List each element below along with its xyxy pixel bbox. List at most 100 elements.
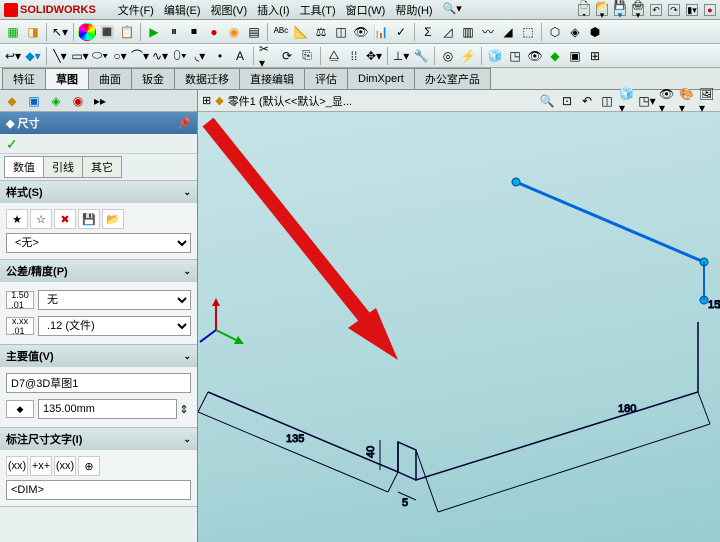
tab-office[interactable]: 办公室产品 (414, 68, 491, 89)
check-icon[interactable]: ✓ (392, 23, 410, 41)
scene-icon[interactable]: 📋 (118, 23, 136, 41)
primary-header[interactable]: 主要值(V)⌄ (0, 345, 197, 367)
dimensions[interactable]: 135 180 15 15 40 5 (198, 299, 720, 512)
zoom-area-icon[interactable]: ⊡ (558, 92, 576, 110)
dimxpert-tree-icon[interactable]: ◉ (68, 92, 88, 110)
ok-button[interactable]: ✓ (6, 136, 18, 152)
dimtext-b2[interactable]: +x+ (30, 456, 52, 476)
pattern-icon[interactable]: ⁞⁞ (345, 47, 363, 65)
deviation-icon[interactable]: ◿ (439, 23, 457, 41)
hide-show-icon[interactable]: 👁 (526, 47, 544, 65)
tab-dimxpert[interactable]: DimXpert (347, 68, 415, 89)
expand-tree-icon[interactable]: ⊞ (202, 94, 211, 107)
new-doc-icon[interactable]: 🗋▾ (578, 4, 590, 16)
exit-sketch-icon[interactable]: ↩▾ (4, 47, 22, 65)
redo-icon[interactable]: ↷ (668, 4, 680, 16)
point-icon[interactable]: • (211, 47, 229, 65)
offset-icon[interactable]: ⎘ (298, 47, 316, 65)
style-load-icon[interactable]: 📂 (102, 209, 124, 229)
dimtext-header[interactable]: 标注尺寸文字(I)⌄ (0, 428, 197, 450)
tab-directedit[interactable]: 直接编辑 (239, 68, 305, 89)
tab-sketch[interactable]: 草图 (45, 68, 89, 89)
fillet-icon[interactable]: ◟▾ (191, 47, 209, 65)
slot-icon[interactable]: ⬭▾ (91, 47, 109, 65)
smart-dim-icon[interactable]: ◆▾ (24, 47, 42, 65)
line-icon[interactable]: ╲▾ (51, 47, 69, 65)
rel-icon[interactable]: ⊥▾ (392, 47, 410, 65)
misc6-icon[interactable]: ⊞ (586, 47, 604, 65)
subtab-value[interactable]: 数值 (4, 156, 44, 178)
pin-icon[interactable]: 📌 (177, 117, 191, 130)
anim-icon[interactable]: ▤ (245, 23, 263, 41)
style-header[interactable]: 样式(S)⌄ (0, 181, 197, 203)
undo-icon[interactable]: ↶ (650, 4, 662, 16)
stop-icon[interactable]: ⏹ (185, 23, 203, 41)
zebra-icon[interactable]: ▥ (459, 23, 477, 41)
prev-view-icon[interactable]: ↶ (578, 92, 596, 110)
propmgr-icon[interactable]: ▣ (24, 92, 44, 110)
dim-name-input[interactable] (6, 373, 191, 393)
display-icon[interactable]: ▸▸ (90, 92, 110, 110)
tab-datamigration[interactable]: 数据迁移 (174, 68, 240, 89)
precision-select[interactable]: .12 (文件) (38, 316, 191, 336)
display-mode-icon[interactable]: ◳▾ (638, 92, 656, 110)
3dsketch-icon[interactable]: ◨ (24, 23, 42, 41)
save-icon[interactable]: 💾▾ (614, 4, 626, 16)
style-save-icon[interactable]: 💾 (78, 209, 100, 229)
eq-icon[interactable]: Σ (419, 23, 437, 41)
subtab-leaders[interactable]: 引线 (43, 156, 83, 178)
circle-icon[interactable]: ○▾ (111, 47, 129, 65)
sketch-geometry[interactable] (208, 322, 698, 480)
tab-surface[interactable]: 曲面 (88, 68, 132, 89)
menu-view[interactable]: 视图(V) (207, 1, 252, 19)
quick-snap-icon[interactable]: ◎ (439, 47, 457, 65)
select-cursor-icon[interactable]: ↖▾ (51, 23, 69, 41)
select-icon[interactable]: ▮▾ (686, 4, 698, 16)
misc1-icon[interactable]: ⬡ (546, 23, 564, 41)
edit-scene-icon[interactable]: 🎨▾ (678, 92, 696, 110)
texture-icon[interactable]: 🔳 (98, 23, 116, 41)
view-orient-icon[interactable]: 🧊 (486, 47, 504, 65)
style-fav2-icon[interactable]: ☆ (30, 209, 52, 229)
dimtext-center-icon[interactable]: ⊕ (78, 456, 100, 476)
config-icon[interactable]: ◈ (46, 92, 66, 110)
print-icon[interactable]: 🖨▾ (632, 4, 644, 16)
menu-help[interactable]: 帮助(H) (391, 1, 436, 19)
menu-tools[interactable]: 工具(T) (296, 1, 340, 19)
trim-icon[interactable]: ✂▾ (258, 47, 276, 65)
sensor-icon[interactable]: 👁 (352, 23, 370, 41)
dim-value-input[interactable] (38, 399, 177, 419)
ellipse-icon[interactable]: ⬯▾ (171, 47, 189, 65)
sketch-canvas[interactable]: 135 180 15 15 40 5 (198, 112, 720, 542)
feature-tree-icon[interactable]: ◆ (2, 92, 22, 110)
pause-icon[interactable]: ⏸ (165, 23, 183, 41)
subtab-other[interactable]: 其它 (82, 156, 122, 178)
move-icon[interactable]: ✥▾ (365, 47, 383, 65)
misc4-icon[interactable]: ◆ (546, 47, 564, 65)
graphics-area[interactable]: ⊞ ◆ 零件1 (默认<<默认>_显... 🔍 ⊡ ↶ ◫ 🧊▾ ◳▾ 👁▾ 🎨… (198, 90, 720, 542)
mirror-icon[interactable]: ⧋ (325, 47, 343, 65)
tab-evaluate[interactable]: 评估 (304, 68, 348, 89)
arc-icon[interactable]: ⌒▾ (131, 47, 149, 65)
spell-icon[interactable]: ᴬᴮᶜ (272, 23, 290, 41)
menu-search-icon[interactable]: 🔍▾ (439, 1, 466, 19)
rect-icon[interactable]: ▭▾ (71, 47, 89, 65)
section-icon[interactable]: ◫ (332, 23, 350, 41)
tab-features[interactable]: 特征 (2, 68, 46, 89)
stat-icon[interactable]: 📊 (372, 23, 390, 41)
curvature-icon[interactable]: 〰 (479, 23, 497, 41)
style-fav1-icon[interactable]: ★ (6, 209, 28, 229)
menu-insert[interactable]: 插入(I) (253, 1, 293, 19)
sim-icon[interactable]: ◉ (225, 23, 243, 41)
mass-icon[interactable]: ⚖ (312, 23, 330, 41)
dimtext-b1[interactable]: (xx) (6, 456, 28, 476)
rebuild-icon[interactable]: ● (704, 4, 716, 16)
style-select[interactable]: <无> (6, 233, 191, 253)
hide-items-icon[interactable]: 👁▾ (658, 92, 676, 110)
doc-name[interactable]: 零件1 (默认<<默认>_显... (228, 93, 352, 109)
repair-icon[interactable]: 🔧 (412, 47, 430, 65)
selected-edge[interactable] (512, 178, 708, 304)
style-del-icon[interactable]: ✖ (54, 209, 76, 229)
text-icon[interactable]: A (231, 47, 249, 65)
tol-select[interactable]: 无 (38, 290, 191, 310)
